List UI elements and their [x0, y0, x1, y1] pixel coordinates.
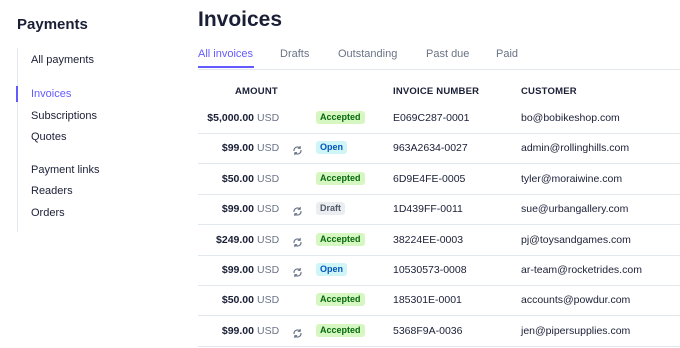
invoice-number: 1D439FF-0011: [393, 203, 463, 216]
sidebar-item-orders[interactable]: Orders: [31, 207, 65, 219]
invoice-number: 963A2634-0027: [393, 142, 468, 155]
currency-code: USD: [257, 203, 280, 216]
invoice-number: 10530573-0008: [393, 264, 467, 276]
invoice-number: 38224EE-0003: [393, 233, 464, 246]
invoice-number: E069C287-0001: [393, 112, 470, 124]
customer-email: admin@rollinghills.com: [521, 142, 630, 155]
tab-bar: All invoices Drafts Outstanding Past due…: [198, 48, 680, 69]
active-tab-underline: [198, 66, 254, 68]
currency-code: USD: [257, 233, 280, 246]
tab-all-invoices[interactable]: All invoices: [198, 48, 253, 60]
tab-paid[interactable]: Paid: [496, 48, 518, 60]
main-content: Invoices All invoices Drafts Outstanding…: [198, 0, 680, 348]
amount-value: $99.00: [221, 264, 254, 276]
invoice-number: 5368F9A-0036: [393, 324, 463, 337]
tab-drafts[interactable]: Drafts: [280, 48, 309, 60]
sidebar-item-subscriptions[interactable]: Subscriptions: [31, 110, 97, 122]
tab-past-due[interactable]: Past due: [426, 48, 469, 60]
sidebar-item-payment-links[interactable]: Payment links: [31, 164, 99, 176]
customer-email: tyler@moraiwine.com: [521, 172, 623, 185]
amount-value: $5,000.00: [207, 112, 254, 124]
recurring-icon: [292, 143, 303, 156]
currency-code: USD: [257, 294, 280, 307]
sidebar-item-all-payments[interactable]: All payments: [31, 54, 94, 66]
tab-outstanding[interactable]: Outstanding: [338, 48, 397, 60]
column-header-amount[interactable]: AMOUNT: [235, 86, 278, 97]
row-divider: [198, 345, 680, 347]
status-badge: Accepted: [316, 293, 365, 307]
table-row[interactable]: $99.00 USD Open 963A2634-0027 admin@rollingh…: [198, 134, 680, 165]
column-header-customer[interactable]: CUSTOMER: [521, 86, 577, 97]
recurring-icon: [292, 265, 303, 278]
currency-code: USD: [257, 324, 280, 337]
invoice-number: 6D9E4FE-0005: [393, 172, 466, 185]
table-row[interactable]: $50.00 USD Accepted 6D9E4FE-0005 tyler@morai…: [198, 165, 680, 195]
status-badge: Open: [316, 141, 348, 155]
amount-value: $50.00: [221, 294, 254, 307]
table-row[interactable]: $5,000.00 USD Accepted E069C287-0001 bo@bobi…: [198, 104, 680, 134]
currency-code: USD: [257, 172, 280, 185]
sidebar-item-invoices[interactable]: Invoices: [31, 88, 71, 100]
amount-value: $50.00: [221, 172, 254, 185]
table-row[interactable]: $50.00 USD Accepted 185301E-0001 accounts@po…: [198, 286, 680, 317]
amount-value: $99.00: [221, 142, 254, 155]
amount-value: $99.00: [221, 324, 254, 337]
sidebar-active-indicator: [16, 86, 18, 102]
customer-email: bo@bobikeshop.com: [521, 112, 620, 124]
customer-email: jen@pipersupplies.com: [521, 324, 631, 337]
recurring-icon: [292, 235, 303, 247]
sidebar: Payments All payments Invoices Subscript…: [0, 0, 175, 348]
customer-email: pj@toysandgames.com: [521, 233, 631, 246]
page-title: Invoices: [198, 8, 283, 31]
sidebar-divider: [17, 48, 18, 232]
amount-value: $99.00: [221, 203, 254, 216]
recurring-icon: [292, 326, 303, 338]
currency-code: USD: [257, 264, 280, 276]
currency-code: USD: [257, 112, 280, 124]
status-badge: Accepted: [316, 171, 365, 185]
status-badge: Draft: [316, 202, 346, 216]
currency-code: USD: [257, 142, 280, 155]
status-badge: Open: [316, 263, 348, 276]
sidebar-item-readers[interactable]: Readers: [31, 185, 73, 197]
table-row[interactable]: $99.00 USD Draft 1D439FF-0011 sue@urbangalle…: [198, 195, 680, 226]
sidebar-title: Payments: [17, 16, 88, 33]
recurring-icon: [292, 204, 303, 217]
customer-email: accounts@powdur.com: [521, 294, 631, 307]
invoice-number: 185301E-0001: [393, 294, 462, 307]
column-header-invoice-number[interactable]: INVOICE NUMBER: [393, 86, 479, 97]
status-badge: Accepted: [316, 111, 365, 124]
status-badge: Accepted: [316, 323, 365, 337]
customer-email: ar-team@rocketrides.com: [521, 264, 642, 276]
amount-value: $249.00: [216, 233, 254, 246]
table-row[interactable]: $249.00 USD Accepted 38224EE-0003 pj@toysand…: [198, 226, 680, 256]
sidebar-item-quotes[interactable]: Quotes: [31, 131, 66, 143]
tabs-divider: [198, 69, 680, 70]
customer-email: sue@urbangallery.com: [521, 203, 629, 216]
table-row[interactable]: $99.00 USD Accepted 5368F9A-0036 jen@pipersu…: [198, 317, 680, 347]
status-badge: Accepted: [316, 232, 365, 246]
table-row[interactable]: $99.00 USD Open 10530573-0008 ar-team@rocket…: [198, 256, 680, 286]
